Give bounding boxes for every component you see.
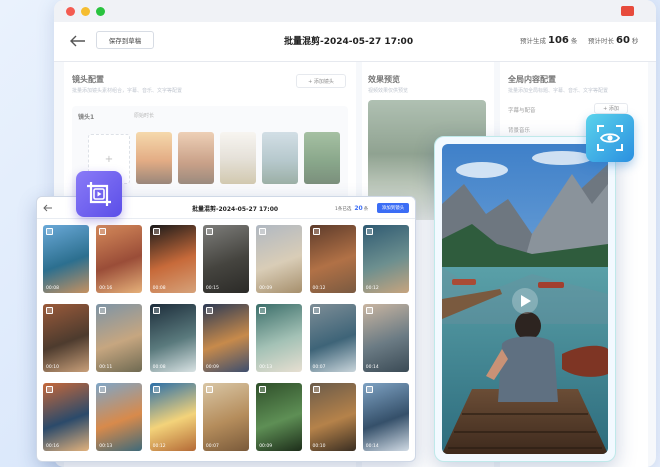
duration-label: 00:16: [99, 286, 113, 291]
duration-label: 00:16: [46, 444, 59, 449]
estimated-duration: 预计时长 60 秒: [588, 35, 639, 46]
preview-video[interactable]: [442, 144, 608, 454]
material-thumbnail[interactable]: 00:14: [362, 304, 409, 372]
select-checkbox[interactable]: [99, 307, 107, 314]
back-arrow-icon[interactable]: [43, 204, 53, 212]
back-arrow-icon[interactable]: [70, 35, 86, 47]
material-thumbnail[interactable]: 00:12: [362, 225, 409, 293]
duration-label: 00:09: [259, 286, 273, 291]
select-checkbox[interactable]: [152, 386, 160, 393]
select-checkbox[interactable]: [46, 228, 53, 235]
duration-label: 00:11: [99, 365, 113, 370]
select-checkbox[interactable]: [46, 386, 53, 393]
duration-label: 00:14: [365, 444, 379, 449]
material-thumbnail[interactable]: 00:07: [309, 304, 356, 372]
duration-label: 00:12: [312, 286, 326, 291]
scan-badge[interactable]: [586, 114, 634, 162]
duration-label: 00:12: [152, 444, 166, 449]
material-thumbnail[interactable]: 00:09: [202, 304, 249, 372]
material-grid: 00:08 00:16 00:08 00:15 00:09 00:12 00:12 00:10…: [37, 221, 415, 461]
duration-label: 00:13: [99, 444, 113, 449]
play-icon: [521, 295, 531, 307]
material-thumbnail[interactable]: 00:08: [149, 225, 196, 293]
select-checkbox[interactable]: [259, 228, 267, 235]
duration-label: 00:07: [205, 444, 219, 449]
editor-toolbar: 保存到草稿 批量混剪-2024-05-27 17:00 预计生成 106 条 预计时…: [54, 22, 656, 62]
select-checkbox[interactable]: [312, 386, 320, 393]
duration-label: 00:09: [259, 444, 273, 449]
material-thumbnail[interactable]: 00:08: [149, 304, 196, 372]
duration-label: 00:10: [46, 365, 59, 370]
material-thumbnail[interactable]: 00:12: [309, 225, 356, 293]
material-thumbnail[interactable]: 00:15: [202, 225, 249, 293]
material-thumbnail[interactable]: 00:07: [202, 383, 249, 451]
select-checkbox[interactable]: [365, 307, 373, 314]
duration-label: 00:13: [259, 365, 273, 370]
duration-label: 00:08: [152, 286, 166, 291]
select-checkbox[interactable]: [152, 228, 160, 235]
material-thumbnail[interactable]: 00:09: [256, 225, 303, 293]
select-checkbox[interactable]: [205, 307, 213, 314]
select-checkbox[interactable]: [46, 307, 53, 314]
material-thumbnail[interactable]: 00:11: [96, 304, 143, 372]
estimated-count: 预计生成 106 条: [520, 35, 578, 46]
duration-label: 00:12: [365, 286, 379, 291]
select-checkbox[interactable]: [259, 307, 267, 314]
select-checkbox[interactable]: [365, 228, 373, 235]
duration-label: 00:08: [152, 365, 166, 370]
material-thumbnail[interactable]: 00:12: [149, 383, 196, 451]
duration-label: 00:08: [46, 286, 59, 291]
maximize-window-button[interactable]: [96, 7, 105, 16]
window-titlebar: [54, 0, 656, 22]
add-to-lens-button[interactable]: 添加到镜头: [377, 203, 409, 213]
select-checkbox[interactable]: [99, 228, 107, 235]
material-picker-window: 批量混剪-2024-05-27 17:00 1条已选 20 条 添加到镜头 00:0…: [36, 196, 416, 462]
play-button[interactable]: [512, 288, 538, 314]
crop-badge[interactable]: [76, 171, 122, 217]
material-thumbnail[interactable]: 00:08: [43, 225, 89, 293]
editor-title: 批量混剪-2024-05-27 17:00: [284, 37, 414, 47]
select-checkbox[interactable]: [99, 386, 107, 393]
minimize-window-button[interactable]: [81, 7, 90, 16]
select-checkbox[interactable]: [365, 386, 373, 393]
duration-label: 00:09: [205, 365, 219, 370]
duration-label: 00:15: [205, 286, 219, 291]
save-draft-button[interactable]: 保存到草稿: [96, 31, 154, 49]
picker-title: 批量混剪-2024-05-27 17:00: [192, 206, 279, 213]
material-thumbnail[interactable]: 00:09: [256, 383, 303, 451]
duration-label: 00:07: [312, 365, 326, 370]
duration-label: 00:10: [312, 444, 326, 449]
video-preview-card: [434, 136, 616, 462]
material-thumbnail[interactable]: 00:10: [309, 383, 356, 451]
select-checkbox[interactable]: [152, 307, 160, 314]
material-thumbnail[interactable]: 00:16: [43, 383, 89, 451]
material-thumbnail[interactable]: 00:10: [43, 304, 89, 372]
app-flag-icon: [621, 6, 634, 16]
select-checkbox[interactable]: [205, 386, 213, 393]
eye-scan-icon: [597, 125, 623, 151]
material-thumbnail[interactable]: 00:13: [96, 383, 143, 451]
selected-count: 1条已选 20 条: [335, 205, 369, 212]
material-thumbnail[interactable]: 00:13: [256, 304, 303, 372]
material-thumbnail[interactable]: 00:16: [96, 225, 143, 293]
material-thumbnail[interactable]: 00:14: [362, 383, 409, 451]
close-window-button[interactable]: [66, 7, 75, 16]
select-checkbox[interactable]: [259, 386, 267, 393]
crop-frame-icon: [87, 182, 111, 206]
select-checkbox[interactable]: [205, 228, 213, 235]
duration-label: 00:14: [365, 365, 379, 370]
select-checkbox[interactable]: [312, 307, 320, 314]
select-checkbox[interactable]: [312, 228, 320, 235]
